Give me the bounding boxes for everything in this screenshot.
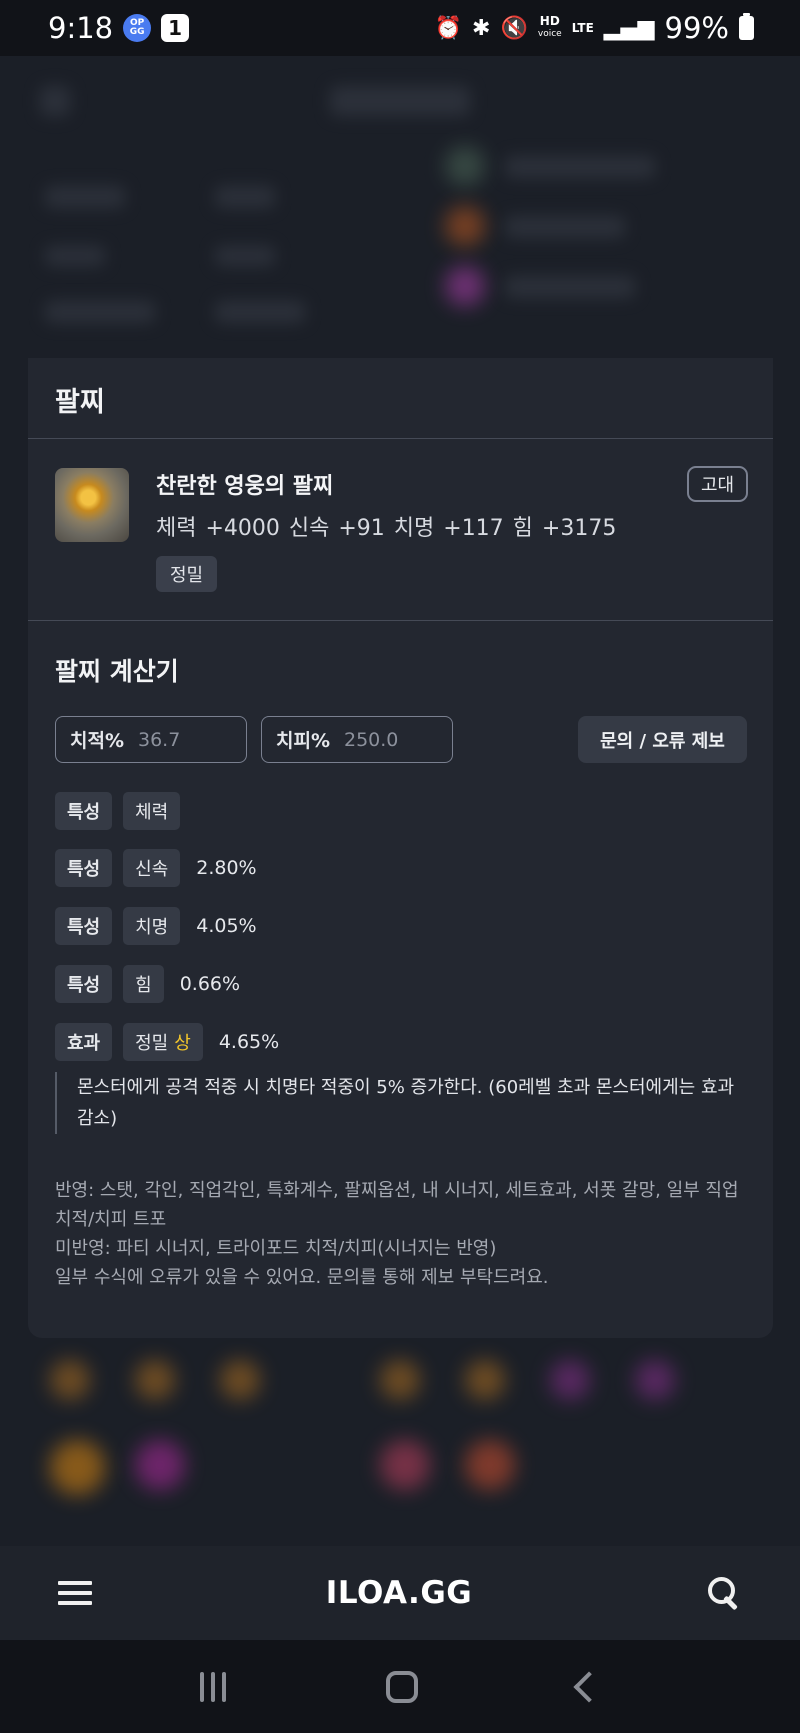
stat-row: 특성 신속 2.80%: [55, 849, 257, 887]
signal-icon: ▂▄▆: [603, 15, 655, 41]
effect-row: 효과 정밀 상 4.65%: [55, 1023, 279, 1061]
note-applied: 반영: 스탯, 각인, 직업각인, 특화계수, 팔찌옵션, 내 시너지, 세트효…: [55, 1180, 739, 1230]
home-icon[interactable]: [386, 1670, 418, 1703]
bracelet-item-icon: [55, 468, 129, 542]
row-type-chip: 특성: [55, 792, 113, 830]
stat-row: 특성 체력: [55, 792, 181, 830]
crit-damage-value[interactable]: 250.0: [344, 729, 398, 751]
row-value: 4.05%: [196, 915, 257, 937]
note-disclaimer: 일부 수식에 오류가 있을 수 있어요. 문의를 통해 제보 부탁드려요.: [55, 1267, 549, 1288]
clock: 9:18: [48, 11, 114, 45]
divider: [28, 620, 773, 621]
back-icon[interactable]: [573, 1670, 605, 1703]
panel-title: 팔찌: [55, 387, 105, 418]
effect-grade: 상: [174, 1033, 191, 1054]
opgg-notification-icon: OP GG: [123, 14, 152, 42]
hd-voice-icon: HD voice: [537, 14, 562, 39]
alarm-icon: ⏰: [434, 15, 463, 41]
search-icon[interactable]: [706, 1575, 742, 1611]
lte-icon: LTE: [571, 20, 594, 35]
row-value: 0.66%: [179, 973, 241, 995]
report-button[interactable]: 문의 / 오류 제보: [578, 716, 747, 763]
recent-apps-icon[interactable]: [200, 1671, 226, 1702]
crit-rate-input[interactable]: 치적% 36.7: [55, 716, 247, 763]
mute-icon: 🔇: [500, 15, 528, 41]
row-value: 4.65%: [218, 1031, 280, 1053]
bracelet-panel: 팔찌 찬란한 영웅의 팔찌 체력 +4000 신속 +91 치명 +117 힘 …: [28, 358, 773, 1338]
effect-description: 몬스터에게 공격 적중 시 치명타 적중이 5% 증가한다. (60레벨 초과 …: [55, 1072, 745, 1134]
note-not-applied: 미반영: 파티 시너지, 트라이포드 치적/치피(시너지는 반영): [55, 1238, 497, 1259]
row-value: 2.80%: [196, 857, 257, 879]
row-stat-chip: 치명: [123, 907, 181, 945]
stat-row: 특성 힘 0.66%: [55, 965, 240, 1003]
row-stat-chip: 힘: [123, 965, 164, 1003]
crit-damage-label: 치피%: [276, 730, 330, 752]
item-tag: 정밀: [156, 556, 218, 592]
item-name: 찬란한 영웅의 팔찌: [156, 474, 334, 499]
bluetooth-icon: ✱: [472, 15, 491, 41]
calculator-title: 팔찌 계산기: [55, 657, 179, 686]
bottom-app-bar: ILOA.GG: [0, 1546, 800, 1640]
site-logo[interactable]: ILOA.GG: [326, 1575, 472, 1611]
battery-percent: 99%: [664, 11, 729, 45]
crit-rate-value[interactable]: 36.7: [138, 729, 180, 751]
item-stats: 체력 +4000 신속 +91 치명 +117 힘 +3175: [156, 516, 617, 541]
crit-damage-input[interactable]: 치피% 250.0: [261, 716, 453, 763]
row-type-chip: 효과: [55, 1023, 113, 1061]
row-type-chip: 특성: [55, 849, 113, 887]
row-stat-chip: 정밀 상: [123, 1023, 203, 1061]
status-bar: 9:18 OP GG 1 ⏰ ✱ 🔇 HD voice LTE ▂▄▆ 99%: [0, 0, 800, 56]
row-type-chip: 특성: [55, 965, 113, 1003]
divider: [28, 438, 773, 439]
row-type-chip: 특성: [55, 907, 113, 945]
menu-icon[interactable]: [58, 1581, 92, 1605]
blurred-lower-content: [0, 1340, 800, 1546]
row-stat-chip: 체력: [123, 792, 181, 830]
notification-count-icon: 1: [161, 14, 190, 42]
system-navigation-bar: [0, 1640, 800, 1733]
stat-row: 특성 치명 4.05%: [55, 907, 257, 945]
grade-badge: 고대: [687, 466, 749, 502]
battery-icon: [739, 13, 754, 40]
row-stat-chip: 신속: [123, 849, 181, 887]
calculator-notes: 반영: 스탯, 각인, 직업각인, 특화계수, 팔찌옵션, 내 시너지, 세트효…: [55, 1176, 745, 1292]
crit-rate-label: 치적%: [70, 730, 124, 752]
